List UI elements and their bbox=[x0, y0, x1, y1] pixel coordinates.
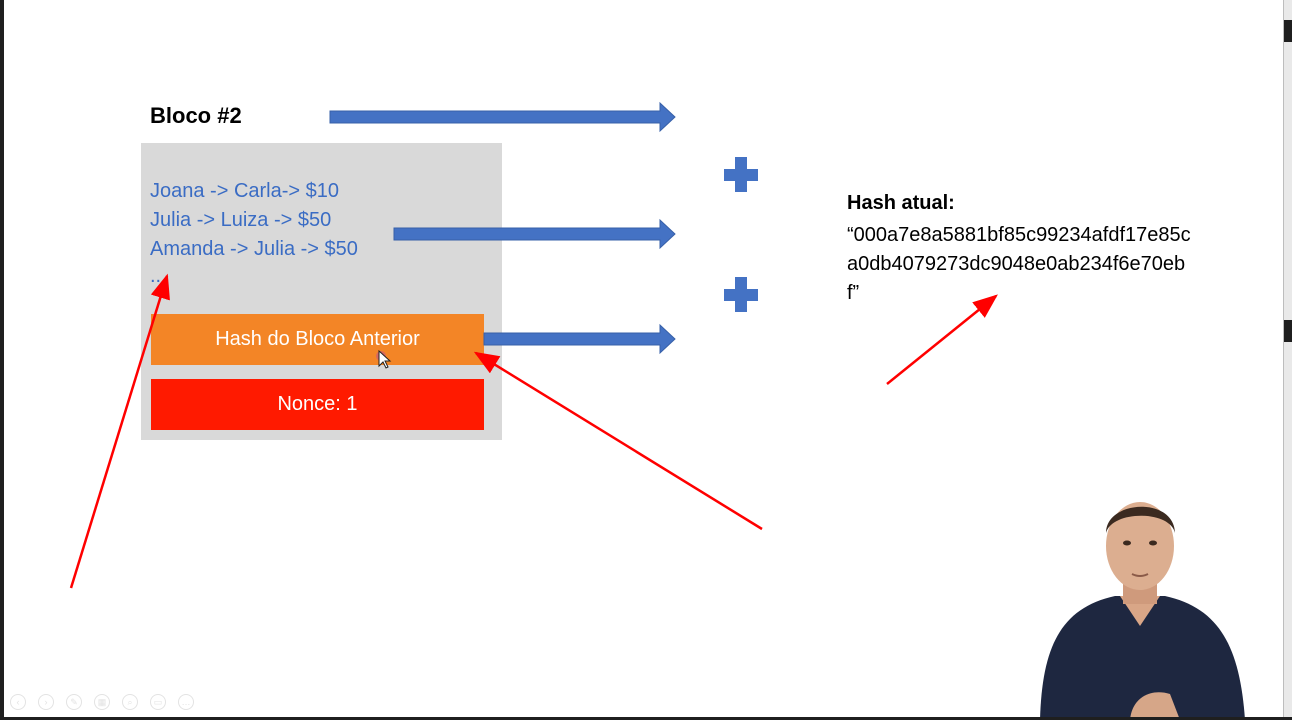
slides-icon[interactable]: ▦ bbox=[94, 694, 110, 710]
more-icon[interactable]: … bbox=[178, 694, 194, 710]
player-controls: ‹ › ✎ ▦ ⌕ ▭ … bbox=[10, 694, 194, 710]
arrow-right-icon bbox=[483, 323, 676, 355]
annotation-arrow bbox=[473, 351, 763, 531]
plus-icon bbox=[724, 277, 758, 312]
prev-slide-icon[interactable]: ‹ bbox=[10, 694, 26, 710]
pen-icon[interactable]: ✎ bbox=[66, 694, 82, 710]
plus-icon bbox=[724, 157, 758, 192]
annotation-arrow bbox=[886, 294, 998, 385]
next-slide-icon[interactable]: › bbox=[38, 694, 54, 710]
arrow-right-icon bbox=[329, 101, 676, 133]
mouse-cursor-icon bbox=[376, 349, 392, 369]
presenter-video bbox=[1040, 502, 1245, 720]
arrow-right-icon bbox=[393, 218, 676, 250]
zoom-icon[interactable]: ⌕ bbox=[122, 694, 138, 710]
subtitles-icon[interactable]: ▭ bbox=[150, 694, 166, 710]
annotation-arrow bbox=[69, 273, 170, 589]
